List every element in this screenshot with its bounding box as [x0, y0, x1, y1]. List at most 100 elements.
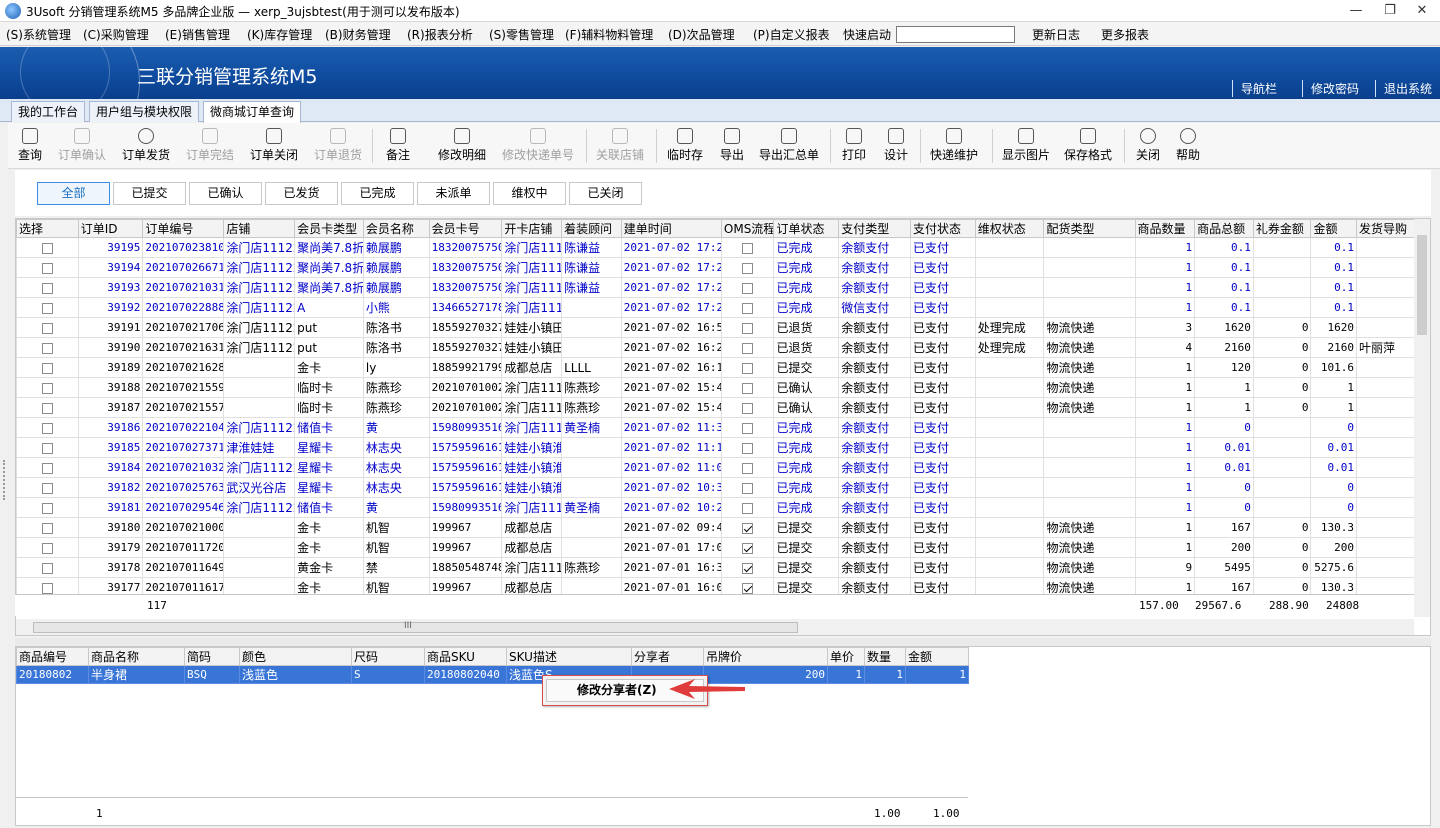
- detail-row[interactable]: 20180802 半身裙 BSQ 浅蓝色 S 20180802040 浅蓝色S 200 1 1 1: [16, 665, 969, 684]
- column-header[interactable]: 简码: [184, 647, 240, 666]
- column-header[interactable]: 支付类型: [838, 219, 911, 238]
- column-header[interactable]: 配货类型: [1043, 219, 1136, 238]
- menu-system[interactable]: (S)系统管理: [6, 26, 71, 43]
- tab-my-workbench[interactable]: 我的工作台: [11, 101, 86, 122]
- oms-checkbox[interactable]: [742, 262, 754, 274]
- menu-inventory[interactable]: (K)库存管理: [247, 26, 312, 43]
- order-row[interactable]: 39189 2021070216284 金卡 ly 18859921799 成都总店 LLL…: [16, 357, 1430, 378]
- column-header[interactable]: 订单状态: [773, 219, 840, 238]
- order-row[interactable]: 39194 2021070266713 涂门店11122 聚尚美7.8折 赖展鹏 1832…: [16, 257, 1430, 278]
- row-select-cell[interactable]: [16, 537, 79, 558]
- column-header[interactable]: 发货导购: [1355, 219, 1417, 238]
- order-row[interactable]: 39179 2021070117203 金卡 机智 199967 成都总店 2021-07-…: [16, 537, 1430, 558]
- oms-checkbox[interactable]: [742, 502, 754, 514]
- complete-order-button[interactable]: 订单完结: [182, 125, 238, 167]
- order-row[interactable]: 39181 2021070295461 涂门店11122 储值卡黄 1598099351…: [16, 497, 1430, 518]
- oms-checkbox[interactable]: [742, 522, 754, 534]
- order-row[interactable]: 39184 2021070210321 涂门店11122 星耀卡 林志央 15759596…: [16, 457, 1430, 478]
- column-header[interactable]: 单价: [827, 647, 865, 666]
- column-header[interactable]: 尺码: [351, 647, 425, 666]
- order-row[interactable]: 39193 2021070210317 涂门店11122 聚尚美7.8折 赖展鹏 1832…: [16, 277, 1430, 298]
- column-header[interactable]: 选择: [16, 219, 79, 238]
- row-checkbox[interactable]: [41, 282, 53, 294]
- row-select-cell[interactable]: [16, 297, 79, 318]
- close-window-button[interactable]: ✕: [1408, 2, 1436, 20]
- column-header[interactable]: 会员卡类型: [294, 219, 364, 238]
- pane-splitter[interactable]: [15, 638, 1431, 646]
- filter-shipped[interactable]: 已发货: [265, 182, 338, 205]
- row-checkbox[interactable]: [41, 402, 53, 414]
- print-button[interactable]: 打印: [836, 125, 872, 167]
- link-store-button[interactable]: 关联店铺: [592, 125, 648, 167]
- show-images-button[interactable]: 显示图片: [998, 125, 1054, 167]
- row-select-cell[interactable]: [16, 357, 79, 378]
- oms-checkbox[interactable]: [742, 442, 754, 454]
- order-row[interactable]: 39190 2021070216313 涂门店11122 put 陈洛书 18559270…: [16, 337, 1430, 358]
- export-summary-button[interactable]: 导出汇总单: [756, 125, 822, 167]
- row-checkbox[interactable]: [41, 482, 53, 494]
- edit-detail-button[interactable]: 修改明细: [432, 125, 492, 167]
- row-checkbox[interactable]: [41, 562, 53, 574]
- oms-checkbox[interactable]: [742, 542, 754, 554]
- oms-checkbox[interactable]: [742, 302, 754, 314]
- row-select-cell[interactable]: [16, 377, 79, 398]
- quick-launch-input[interactable]: [896, 26, 1015, 43]
- row-select-cell[interactable]: [16, 237, 79, 258]
- row-checkbox[interactable]: [41, 322, 53, 334]
- menu-retail[interactable]: (S)零售管理: [489, 26, 554, 43]
- filter-closed[interactable]: 已关闭: [569, 182, 642, 205]
- column-header[interactable]: 分享者: [631, 647, 704, 666]
- column-header[interactable]: 开卡店铺: [501, 219, 563, 238]
- row-checkbox[interactable]: [41, 342, 53, 354]
- row-select-cell[interactable]: [16, 517, 79, 538]
- filter-in-dispute[interactable]: 维权中: [493, 182, 566, 205]
- column-header[interactable]: 店铺: [223, 219, 296, 238]
- column-header[interactable]: 商品名称: [88, 647, 185, 666]
- oms-checkbox[interactable]: [742, 342, 754, 354]
- column-header[interactable]: 维权状态: [974, 219, 1045, 238]
- oms-checkbox[interactable]: [742, 482, 754, 494]
- help-button[interactable]: 帮助: [1170, 125, 1206, 167]
- courier-maintain-button[interactable]: 快递维护: [926, 125, 982, 167]
- column-header[interactable]: 金额: [905, 647, 969, 666]
- nav-bar-link[interactable]: 导航栏: [1232, 80, 1277, 97]
- column-header[interactable]: 颜色: [239, 647, 352, 666]
- filter-all[interactable]: 全部: [37, 182, 110, 205]
- column-header[interactable]: 支付状态: [910, 219, 976, 238]
- confirm-order-button[interactable]: 订单确认: [54, 125, 110, 167]
- menu-purchase[interactable]: (C)采购管理: [83, 26, 149, 43]
- column-header[interactable]: 金额: [1310, 219, 1357, 238]
- row-select-cell[interactable]: [16, 477, 79, 498]
- menu-custom-report[interactable]: (P)自定义报表: [753, 26, 830, 43]
- close-button[interactable]: 关闭: [1130, 125, 1166, 167]
- oms-checkbox[interactable]: [742, 282, 754, 294]
- orders-vertical-scrollbar[interactable]: [1414, 219, 1430, 617]
- tab-mall-orders[interactable]: 微商城订单查询: [203, 101, 302, 123]
- close-order-button[interactable]: 订单关闭: [246, 125, 302, 167]
- order-row[interactable]: 39192 2021070228887 涂门店11122 A 小熊 13466527178…: [16, 297, 1430, 318]
- order-row[interactable]: 39191 2021070217063 涂门店11122 put 陈洛书 18559270…: [16, 317, 1430, 338]
- column-header[interactable]: 礼券金额: [1252, 219, 1312, 238]
- menu-finance[interactable]: (B)财务管理: [325, 26, 391, 43]
- column-header[interactable]: 会员名称: [362, 219, 430, 238]
- left-resize-grip[interactable]: [3, 460, 6, 500]
- order-row[interactable]: 39182 2021070257631 武汉光谷店 星耀卡 林志央 15759596161…: [16, 477, 1430, 498]
- restore-button[interactable]: ❐: [1376, 2, 1404, 20]
- oms-checkbox[interactable]: [742, 562, 754, 574]
- row-select-cell[interactable]: [16, 277, 79, 298]
- row-select-cell[interactable]: [16, 257, 79, 278]
- column-header[interactable]: 会员卡号: [428, 219, 503, 238]
- order-row[interactable]: 39180 2021070210000 金卡 机智 199967 成都总店 2021-07-…: [16, 517, 1430, 538]
- row-select-cell[interactable]: [16, 417, 79, 438]
- return-order-button[interactable]: 订单退货: [310, 125, 366, 167]
- oms-checkbox[interactable]: [742, 382, 754, 394]
- column-header[interactable]: 数量: [864, 647, 906, 666]
- menu-sales[interactable]: (E)销售管理: [165, 26, 230, 43]
- column-header[interactable]: 商品总额: [1194, 219, 1254, 238]
- edit-tracking-no-button[interactable]: 修改快递单号: [498, 125, 578, 167]
- column-header[interactable]: 建单时间: [620, 219, 722, 238]
- minimize-button[interactable]: —: [1342, 2, 1370, 20]
- column-header[interactable]: SKU描述: [506, 647, 632, 666]
- row-select-cell[interactable]: [16, 457, 79, 478]
- row-checkbox[interactable]: [41, 302, 53, 314]
